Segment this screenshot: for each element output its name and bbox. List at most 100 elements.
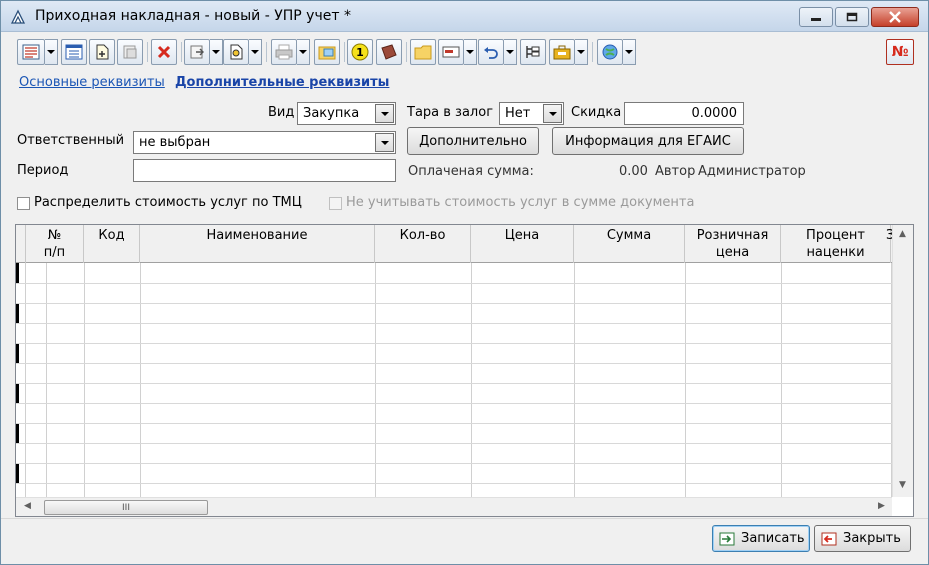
title-bar[interactable]: Приходная накладная - новый - УПР учет * [1,1,928,32]
svg-text:1: 1 [356,46,364,59]
col-header-retail-price[interactable]: Розничная цена [685,225,781,263]
horizontal-scrollbar[interactable]: ◀ III ▶ [16,497,892,516]
distribute-label: Распределить стоимость услуг по ТМЦ [34,195,302,210]
minimize-icon [811,18,821,21]
chevron-down-icon[interactable] [375,133,394,152]
number-one-button[interactable]: 1 [347,39,373,65]
col-header-num[interactable]: № п/п [26,225,84,263]
table-button[interactable] [61,39,87,65]
move-button[interactable] [184,39,210,65]
row-marker [16,303,19,323]
print-dropdown[interactable] [297,39,310,65]
col-header-code[interactable]: Код [84,225,140,263]
header-indicator [16,225,26,263]
horizontal-scroll-thumb[interactable]: III [44,500,208,515]
otv-label: Ответственный [17,133,125,148]
close-button[interactable]: Закрыть [814,525,911,552]
printer-icon [275,44,293,60]
undo-dropdown[interactable] [504,39,517,65]
print-button[interactable] [271,39,297,65]
period-input[interactable] [133,159,396,182]
list-view-button[interactable] [17,39,45,65]
delete-icon [157,45,171,59]
paid-sum-value: 0.00 [619,164,648,179]
row-marker [16,463,19,483]
card-button[interactable] [438,39,464,65]
print-preview-icon [230,44,243,60]
close-icon [889,11,901,23]
row-marker [16,383,19,403]
tara-select[interactable]: Нет [499,102,564,125]
row-marker [16,343,19,363]
toolbar: 1 № [1,34,928,70]
folder-image-icon [318,46,336,60]
ignore-services-label: Не учитывать стоимость услуг в сумме док… [346,195,695,210]
print-preview-button[interactable] [223,39,249,65]
skidka-label: Скидка [571,105,622,120]
book-button[interactable] [376,39,402,65]
chevron-down-icon[interactable] [375,104,394,123]
tara-value: Нет [505,106,531,121]
vertical-scrollbar[interactable]: ▲ ▼ [892,225,913,497]
scroll-up-icon[interactable]: ▲ [899,229,906,239]
number-sign-button[interactable]: № [886,39,914,65]
period-label: Период [17,163,69,178]
col-header-price[interactable]: Цена [471,225,574,263]
briefcase-button[interactable] [549,39,575,65]
distribute-checkbox[interactable] [17,197,30,210]
number-sign-icon: № [891,44,909,60]
items-grid[interactable]: № п/п Код Наименование Кол-во Цена Сумма … [15,224,914,517]
grid-header: № п/п Код Наименование Кол-во Цена Сумма … [16,225,892,263]
skidka-input[interactable]: 0.0000 [624,102,744,125]
globe-dropdown[interactable] [623,39,636,65]
undo-button[interactable] [478,39,504,65]
egais-info-button[interactable]: Информация для ЕГАИС [552,127,744,155]
structure-button[interactable] [520,39,546,65]
col-header-name[interactable]: Наименование [140,225,375,263]
window-title: Приходная накладная - новый - УПР учет * [35,8,351,24]
otv-select[interactable]: не выбран [133,131,396,154]
globe-icon [602,44,618,60]
row-marker [16,263,19,283]
new-document-button[interactable] [89,39,115,65]
tab-main-details[interactable]: Основные реквизиты [19,75,165,90]
book-icon [381,44,397,60]
card-icon [442,46,460,58]
maximize-icon [846,12,858,22]
row-marker [16,423,19,443]
globe-button[interactable] [597,39,623,65]
vid-select[interactable]: Закупка [297,102,396,125]
delete-button[interactable] [151,39,177,65]
scroll-left-icon[interactable]: ◀ [24,501,31,511]
app-icon [10,9,26,24]
scroll-right-icon[interactable]: ▶ [878,501,885,511]
move-dropdown[interactable] [210,39,223,65]
col-header-sum[interactable]: Сумма [574,225,685,263]
briefcase-dropdown[interactable] [575,39,588,65]
scroll-down-icon[interactable]: ▼ [899,480,906,490]
move-icon [190,45,204,59]
list-view-dropdown[interactable] [45,39,58,65]
tara-label: Тара в залог [407,105,494,120]
folder-image-button[interactable] [314,39,340,65]
exit-icon [821,532,837,545]
col-header-qty[interactable]: Кол-во [375,225,471,263]
save-button[interactable]: Записать [712,525,810,552]
print-preview-dropdown[interactable] [249,39,262,65]
tab-extra-details[interactable]: Дополнительные реквизиты [175,75,389,90]
copy-doc-icon [123,45,137,59]
col-header-markup[interactable]: Процент наценки [781,225,891,263]
maximize-button[interactable] [835,7,869,27]
folder-icon [414,45,432,60]
minimize-button[interactable] [799,7,833,27]
additional-button[interactable]: Дополнительно [407,127,539,155]
document-window: Приходная накладная - новый - УПР учет * [0,0,929,565]
card-dropdown[interactable] [464,39,477,65]
folder-button[interactable] [410,39,436,65]
close-window-button[interactable] [871,7,919,27]
copy-document-button[interactable] [117,39,143,65]
table-icon [65,44,83,60]
ignore-services-checkbox [329,197,342,210]
chevron-down-icon[interactable] [543,104,562,123]
number-one-icon: 1 [351,43,369,61]
